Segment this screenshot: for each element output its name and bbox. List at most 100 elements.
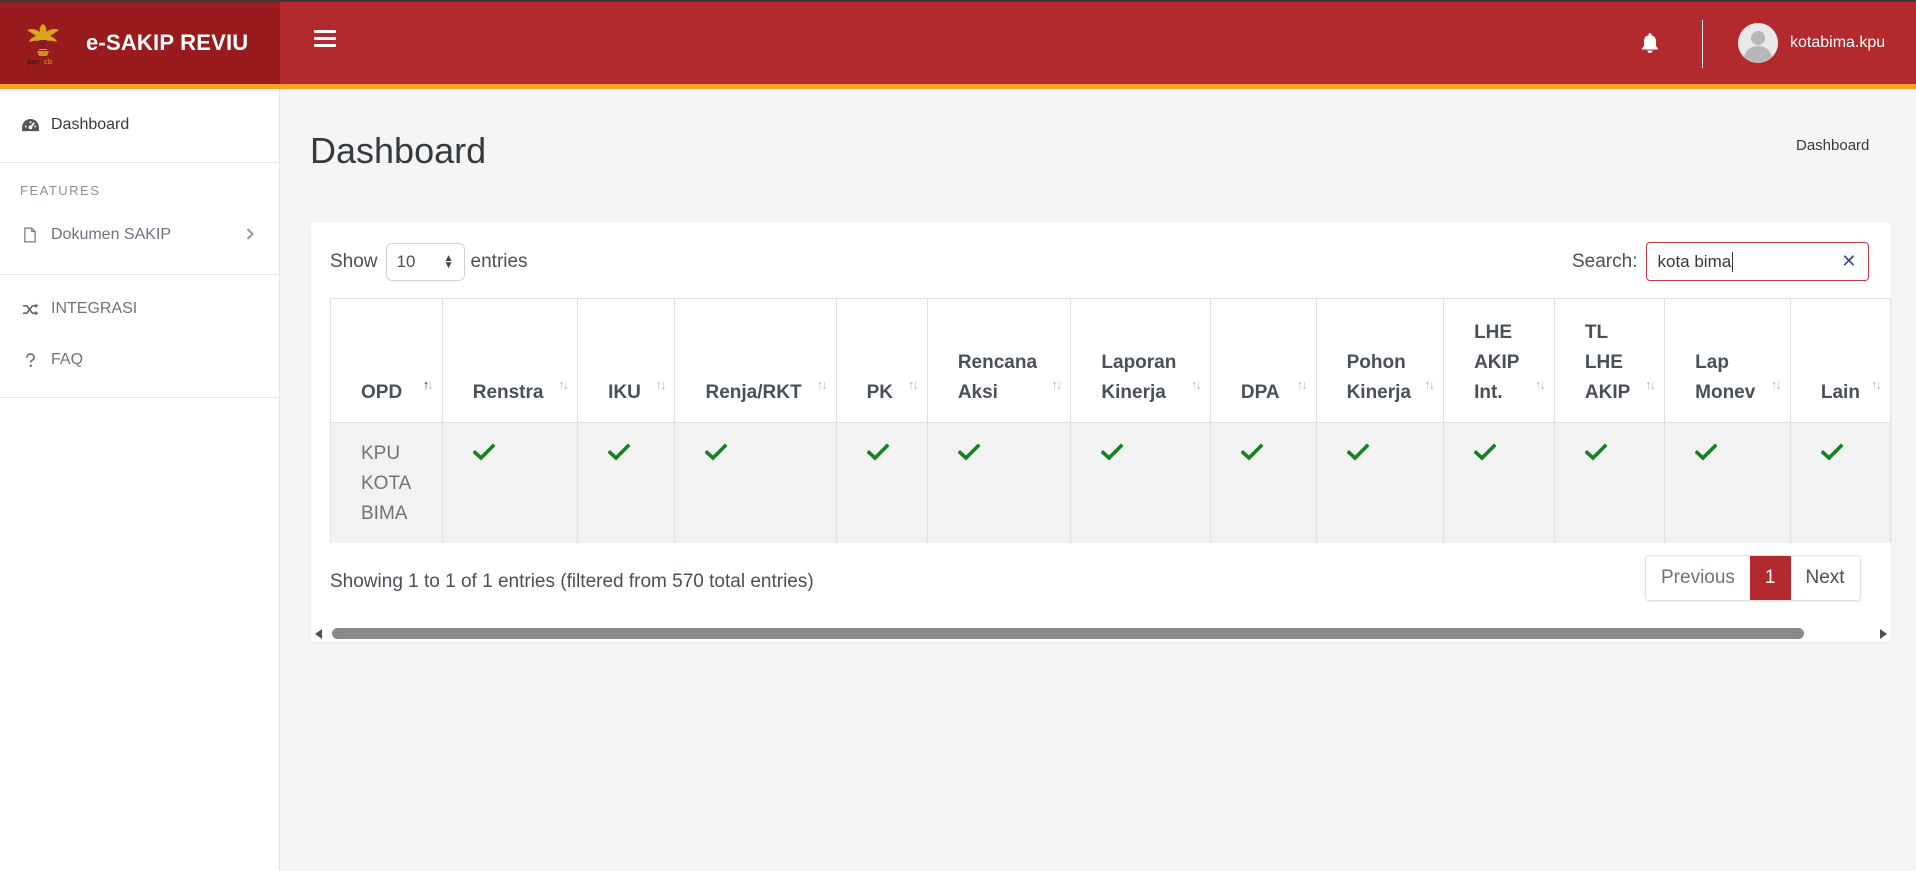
check-icon xyxy=(1584,443,1607,461)
check-icon xyxy=(1695,443,1718,461)
previous-page-button[interactable]: Previous xyxy=(1646,556,1750,600)
column-header-label: Rencana xyxy=(957,352,1038,373)
sort-arrows-icon: ↑↓ xyxy=(1770,377,1782,392)
check-icon xyxy=(608,443,631,461)
scrollbar-thumb[interactable] xyxy=(332,628,1804,639)
text-caret xyxy=(1732,251,1734,272)
file-icon xyxy=(20,226,40,244)
sidebar: Dashboard FEATURES Dokumen SAKIP INTEGRA… xyxy=(0,89,280,871)
sidebar-item-integrasi[interactable]: INTEGRASI xyxy=(0,291,280,327)
page-title: Dashboard xyxy=(310,130,487,171)
brand[interactable]: pan cb e-SAKIP REVIU xyxy=(0,2,280,84)
opd-name-line: KPU xyxy=(361,443,401,464)
sidebar-item-label: Dokumen SAKIP xyxy=(51,226,172,243)
column-header[interactable]: Lain ↑↓ xyxy=(1789,298,1891,423)
column-header[interactable]: LHE AKIP Int. ↑↓ xyxy=(1443,298,1555,423)
page-length-select[interactable]: 10 ▲ ▼ xyxy=(385,243,465,281)
column-header[interactable]: Laporan Kinerja ↑↓ xyxy=(1070,298,1211,423)
user-menu[interactable]: kotabima.kpu xyxy=(1738,23,1885,63)
column-header-label: AKIP xyxy=(1584,382,1631,403)
entries-label: entries xyxy=(470,251,528,272)
sidebar-divider xyxy=(0,162,280,163)
column-header-label: IKU xyxy=(608,382,641,403)
sort-arrows-icon: ↑↓ xyxy=(558,377,569,392)
top-navbar: pan cb e-SAKIP REVIU kotabima.kpu xyxy=(0,0,1916,89)
column-header-label: LHE xyxy=(1474,322,1513,343)
shuffle-icon xyxy=(20,300,40,318)
datatable-card: Show 10 ▲ ▼ entries Search: kota bima ✕ O… xyxy=(311,222,1891,642)
sort-arrows-icon: ↑↓ xyxy=(422,377,434,392)
column-header[interactable]: OPD ↑↓ xyxy=(330,298,443,423)
column-header-label: Lain xyxy=(1820,382,1860,403)
column-header-label: TL xyxy=(1584,322,1609,343)
column-header[interactable]: PK ↑↓ xyxy=(835,298,928,423)
status-cell xyxy=(577,422,676,543)
data-table: OPD ↑↓ Renstra ↑↓ IKU ↑↓ Renja/RKT ↑↓ PK ↑↓ Rencan… xyxy=(330,298,1891,543)
status-cell xyxy=(1789,422,1891,543)
page-1-button[interactable]: 1 xyxy=(1749,556,1791,600)
check-icon xyxy=(472,443,495,461)
horizontal-scrollbar[interactable] xyxy=(311,626,1891,642)
status-cell xyxy=(1209,422,1317,543)
column-header-label: Kinerja xyxy=(1101,382,1166,403)
show-label: Show xyxy=(330,251,378,272)
sidebar-item-dashboard[interactable]: Dashboard xyxy=(0,107,280,143)
sidebar-item-label: INTEGRASI xyxy=(51,300,138,317)
column-header[interactable]: Renstra ↑↓ xyxy=(441,298,579,423)
column-header[interactable]: IKU ↑↓ xyxy=(577,298,676,423)
sort-arrows-icon: ↑↓ xyxy=(1051,377,1062,392)
avatar xyxy=(1738,23,1778,63)
search-value: kota bima xyxy=(1657,251,1732,271)
column-header-label: Lap xyxy=(1695,352,1729,373)
check-icon xyxy=(1820,443,1843,461)
sort-arrows-icon: ↑↓ xyxy=(1424,377,1435,392)
table-scroll-area[interactable]: OPD ↑↓ Renstra ↑↓ IKU ↑↓ Renja/RKT ↑↓ PK ↑↓ Rencan… xyxy=(330,298,1891,543)
sidebar-heading-features: FEATURES xyxy=(20,183,101,198)
column-header-label: LHE xyxy=(1584,352,1623,373)
sort-arrows-icon: ↑↓ xyxy=(1296,377,1308,392)
check-icon xyxy=(1101,443,1124,461)
search-input[interactable]: kota bima ✕ xyxy=(1646,242,1870,281)
column-header-label: AKIP xyxy=(1474,352,1520,373)
sidebar-divider xyxy=(0,397,280,398)
column-header[interactable]: DPA ↑↓ xyxy=(1209,298,1317,423)
status-cell xyxy=(1315,422,1445,543)
status-cell xyxy=(1664,422,1791,543)
check-icon xyxy=(1346,443,1369,461)
column-header[interactable]: Lap Monev ↑↓ xyxy=(1664,298,1791,423)
status-cell xyxy=(674,422,837,543)
column-header[interactable]: TL LHE AKIP ↑↓ xyxy=(1553,298,1666,423)
breadcrumb[interactable]: Dashboard xyxy=(1796,137,1869,154)
clear-search-icon[interactable]: ✕ xyxy=(1841,251,1856,272)
table-search: Search: kota bima ✕ xyxy=(1572,242,1870,281)
sidebar-item-dokumen-sakip[interactable]: Dokumen SAKIP xyxy=(0,217,280,253)
column-header[interactable]: Pohon Kinerja ↑↓ xyxy=(1315,298,1445,423)
garuda-emblem-icon: pan cb xyxy=(24,20,62,66)
status-cell xyxy=(1443,422,1555,543)
table-header-row: OPD ↑↓ Renstra ↑↓ IKU ↑↓ Renja/RKT ↑↓ PK ↑↓ Rencan… xyxy=(330,298,1891,423)
opd-name-line: KOTA xyxy=(361,473,412,494)
menu-toggle-icon[interactable] xyxy=(314,30,336,52)
bell-icon[interactable] xyxy=(1638,31,1662,55)
check-icon xyxy=(705,443,728,461)
pagination: Previous 1 Next xyxy=(1645,555,1861,601)
search-label: Search: xyxy=(1572,250,1638,272)
tachometer-icon xyxy=(20,116,40,134)
check-icon xyxy=(957,443,980,461)
column-header[interactable]: Rencana Aksi ↑↓ xyxy=(926,298,1072,423)
column-header-label: Laporan xyxy=(1101,352,1177,373)
status-cell xyxy=(835,422,928,543)
scroll-left-icon[interactable] xyxy=(315,629,322,639)
scroll-right-icon[interactable] xyxy=(1880,629,1887,639)
select-arrows-icon: ▲ ▼ xyxy=(443,253,454,271)
sidebar-item-faq[interactable]: FAQ xyxy=(0,342,280,378)
question-icon xyxy=(20,351,40,369)
column-header[interactable]: Renja/RKT ↑↓ xyxy=(674,298,837,423)
navbar-divider xyxy=(1702,20,1703,68)
page-length-control: Show 10 ▲ ▼ entries xyxy=(330,243,528,281)
sort-arrows-icon: ↑↓ xyxy=(1871,377,1882,392)
column-header-label: DPA xyxy=(1240,382,1280,403)
chevron-right-icon xyxy=(246,227,254,245)
column-header-label: Monev xyxy=(1695,382,1756,403)
next-page-button[interactable]: Next xyxy=(1790,556,1860,600)
